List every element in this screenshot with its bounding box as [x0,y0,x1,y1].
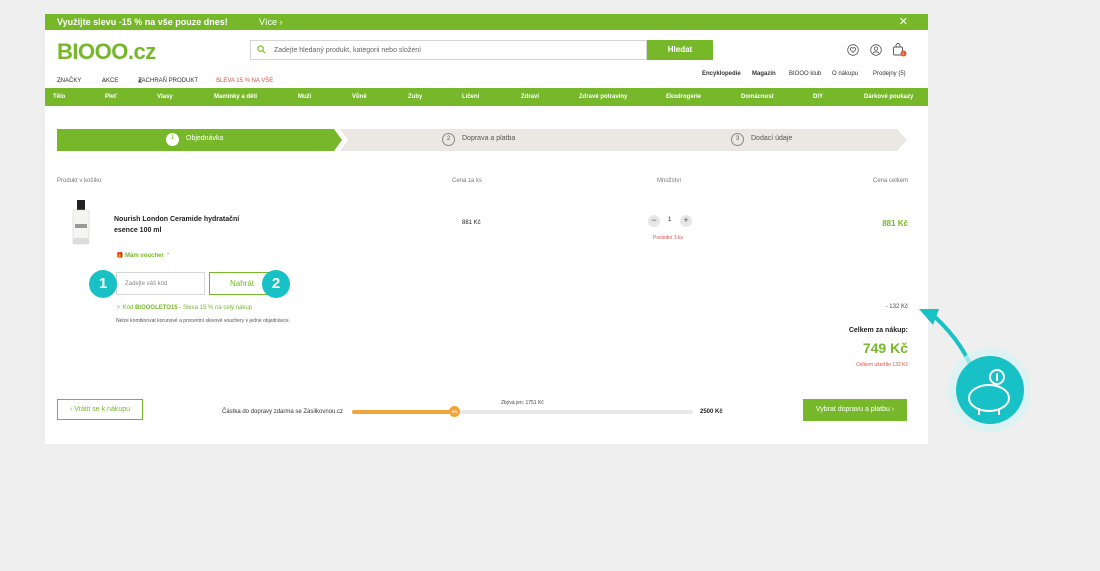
applied-code-value: BIOOOLETO15 [135,305,178,311]
category-item[interactable]: Zdravé potraviny [579,94,627,100]
unit-price: 881 Kč [462,220,481,226]
category-item[interactable]: Vůně [352,94,367,100]
back-to-shop-button[interactable]: ‹ Vrátit se k nákupu [57,399,143,420]
logo-text: BIOOO [57,39,128,64]
logo[interactable]: BIOOO.cz [57,39,156,65]
free-shipping-remaining: Zbývá jen: 1751 Kč [501,400,544,406]
decrease-button[interactable]: − [648,215,660,227]
category-item[interactable]: Domácnost [741,94,774,100]
cart-icon[interactable] [892,42,908,58]
applied-code-description: - Sleva 15 % na celý nákup [177,305,253,311]
column-total: Cena celkem [872,178,908,184]
header: BIOOO.cz Zadejte hledaný produkt, katego… [45,30,928,64]
category-item[interactable]: DIY [813,94,823,100]
step-3-label[interactable]: Dodací údaje [751,135,792,142]
annotation-badge-2: 2 [262,270,290,298]
stores-link[interactable]: Prodejny (5) [873,71,906,77]
quantity-stepper: − 1 + [648,215,692,229]
total-value: 749 Kč [862,340,908,356]
promo-bar: Využijte slevu -15 % na vše pouze dnes! … [45,14,928,30]
close-icon[interactable]: ✕ [899,15,908,28]
search-button[interactable]: Hledat [647,40,713,60]
sale-label: SLEVA 15 % NA VŠE [216,78,274,84]
annotation-badge-1: 1 [89,270,117,298]
gift-icon: 🎁 [116,253,124,259]
logo-suffix: .cz [127,39,156,64]
savings-note: Celkem ušetříte 132 Kč [856,362,908,368]
step-2-number: 2 [442,133,455,146]
category-item[interactable]: Muži [298,94,311,100]
cart-count-badge: 1 [902,51,905,56]
voucher-note: Nelze kombinovat korunové a procentní sl… [116,318,290,324]
free-shipping-label: Částka do dopravy zdarma se Zásilkovnou.… [222,409,344,415]
category-bar: Tělo Pleť Vlasy Maminky a děti Muži Vůně… [45,88,928,106]
free-shipping-target: 2500 Kč [700,409,723,415]
heart-icon[interactable] [847,44,859,56]
free-shipping-progress: 0% [352,406,693,417]
arrow-head-icon [919,309,939,325]
column-unit-price: Cena za ks [452,178,483,184]
category-item[interactable]: Zdraví [521,94,539,100]
save-product-label: ZACHRAŇ PRODUKT [138,78,199,84]
quantity-value[interactable]: 1 [668,217,671,223]
sub-navigation: ♢ ZNAČKY ⌂ AKCE ⊻ ZACHRAŇ PRODUKT ⌂ SLEV… [45,64,928,88]
product-image[interactable] [71,200,91,245]
voucher-toggle-label: Mám voucher [125,253,164,259]
checkout-steps: 1 Objednávka 2 Doprava a platba 3 Dodací… [57,129,907,151]
search-icon [257,45,266,54]
remove-code-icon[interactable]: ✕ [116,305,121,311]
encyclopedia-link[interactable]: Encyklopedie [702,71,741,77]
search-input[interactable]: Zadejte hledaný produkt, kategorii nebo … [250,40,647,60]
column-product: Produkt v košíku [57,178,102,184]
club-link[interactable]: BIOOO klub [789,71,821,77]
category-item[interactable]: Pleť [105,94,117,100]
promo-text: Využijte slevu -15 % na vše pouze dnes! [57,17,228,27]
savings-callout [919,309,1030,432]
category-item[interactable]: Zuby [408,94,422,100]
stock-note: Poslední 3 ks [653,235,684,241]
category-item[interactable]: Maminky a děti [214,94,257,100]
progress-fill [352,410,455,414]
chevron-up-icon: ⌃ [165,253,171,259]
user-icon[interactable] [870,44,882,56]
search-placeholder: Zadejte hledaný produkt, kategorii nebo … [274,47,422,54]
progress-knob: 0% [449,406,461,417]
voucher-input[interactable]: Zadejte váš kód [116,272,205,295]
choose-shipping-button[interactable]: Vybrat dopravu a platbu › [803,399,907,421]
about-link[interactable]: O nákupu [832,71,858,77]
deals-label: AKCE [102,78,119,84]
category-item[interactable]: Tělo [53,94,65,100]
category-item[interactable]: Vlasy [157,94,173,100]
step-1-label[interactable]: Objednávka [186,135,223,142]
applied-code: ✕ Kód BIOOOLETO15 - Sleva 15 % na celý n… [116,304,252,311]
step-2-label[interactable]: Doprava a platba [462,135,515,142]
category-item[interactable]: Líčení [462,94,479,100]
increase-button[interactable]: + [680,215,692,227]
category-item[interactable]: Ekodrogerie [666,94,701,100]
total-label: Celkem za nákup: [848,327,908,334]
brands-label: ZNAČKY [57,78,82,84]
column-quantity: Množství [657,178,682,184]
magazine-link[interactable]: Magazín [752,71,776,77]
applied-code-prefix: Kód [122,305,134,311]
shop-page: Využijte slevu -15 % na vše pouze dnes! … [45,14,928,444]
step-3-number: 3 [731,133,744,146]
category-item[interactable]: Dárkové poukazy [864,94,913,100]
product-name[interactable]: Nourish London Ceramide hydratační esenc… [114,214,254,236]
step-1-number: 1 [166,133,179,146]
promo-more-link[interactable]: Více › [259,17,283,27]
item-total: 881 Kč [882,219,908,228]
voucher-toggle[interactable]: 🎁 Mám voucher ⌃ [116,252,171,259]
